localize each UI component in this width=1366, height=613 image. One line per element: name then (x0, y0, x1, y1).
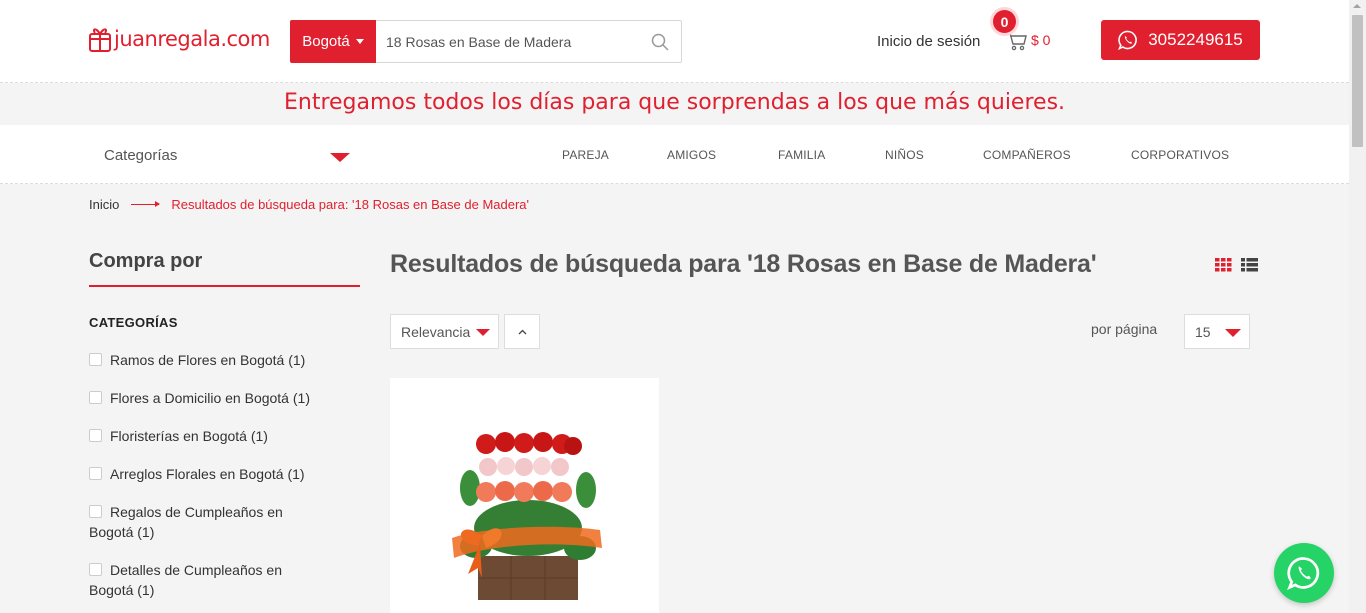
checkbox[interactable] (89, 467, 102, 480)
results-title: Resultados de búsqueda para '18 Rosas en… (390, 250, 1097, 278)
filter-count: (1) (137, 582, 155, 598)
checkbox[interactable] (89, 505, 102, 518)
chevron-down-icon (355, 39, 364, 44)
chevron-down-icon (476, 329, 490, 336)
whatsapp-icon (1118, 30, 1138, 50)
nav-item-corporativos[interactable]: CORPORATIVOS (1131, 148, 1229, 162)
nav-item-familia[interactable]: FAMILIA (778, 148, 825, 162)
whatsapp-contact-button[interactable]: 3052249615 (1101, 20, 1260, 60)
nav-item-ninos[interactable]: NIÑOS (885, 148, 924, 162)
per-page-select[interactable]: 15 (1184, 314, 1250, 349)
sort-value: Relevancia (401, 324, 471, 340)
categories-dropdown[interactable]: Categorías (104, 147, 177, 164)
breadcrumb-home[interactable]: Inicio (89, 197, 119, 212)
filter-label: Ramos de Flores en Bogotá (110, 352, 285, 368)
filter-count: (1) (292, 390, 310, 406)
filter-label: Flores a Domicilio en Bogotá (110, 390, 289, 406)
whatsapp-icon (1287, 557, 1320, 590)
page-scrollbar[interactable] (1349, 0, 1366, 613)
scroll-up-icon[interactable] (1353, 4, 1361, 8)
gift-logo-icon (89, 28, 111, 52)
logo-text: juanregala.com (114, 27, 270, 51)
sort-direction-button[interactable] (504, 314, 540, 349)
cart-count-badge: 0 (990, 7, 1019, 36)
filter-item[interactable]: Arreglos Florales en Bogotá (1) (89, 464, 349, 484)
whatsapp-phone: 3052249615 (1148, 30, 1243, 49)
sidebar-title: Compra por (89, 250, 203, 272)
checkbox[interactable] (89, 391, 102, 404)
filter-count: (1) (137, 524, 155, 540)
grid-view-icon[interactable] (1215, 258, 1232, 272)
site-header: juanregala.com Bogotá Inicio de sesión 0… (0, 0, 1349, 83)
filter-item[interactable]: Regalos de Cumpleaños en Bogotá (1) (89, 502, 329, 542)
product-image (452, 432, 602, 600)
cart-total[interactable]: $ 0 (1031, 32, 1050, 48)
filter-label: Arreglos Florales en Bogotá (110, 466, 284, 482)
scrollbar-thumb[interactable] (1352, 15, 1363, 147)
list-view-icon[interactable] (1241, 258, 1258, 272)
chevron-down-icon (1225, 329, 1241, 337)
sidebar-divider (89, 285, 360, 287)
per-page-label: por página (1091, 321, 1158, 337)
search-button[interactable] (639, 21, 681, 62)
breadcrumb-current: Resultados de búsqueda para: '18 Rosas e… (171, 197, 530, 212)
city-label: Bogotá (302, 33, 350, 50)
logo[interactable]: juanregala.com (89, 25, 270, 53)
whatsapp-float-button[interactable] (1274, 543, 1334, 603)
nav-item-companeros[interactable]: COMPAÑEROS (983, 148, 1071, 162)
filter-count: (1) (250, 428, 268, 444)
filter-item[interactable]: Flores a Domicilio en Bogotá (1) (89, 388, 349, 408)
search-icon (651, 33, 669, 51)
filter-label: Detalles de Cumpleaños en Bogotá (89, 562, 282, 598)
arrow-right-icon (131, 201, 161, 207)
checkbox[interactable] (89, 563, 102, 576)
filter-count: (1) (287, 466, 305, 482)
per-page-value: 15 (1195, 324, 1211, 340)
chevron-down-icon[interactable] (330, 153, 350, 162)
nav-item-amigos[interactable]: AMIGOS (667, 148, 716, 162)
filter-label: Floristerías en Bogotá (110, 428, 247, 444)
product-card[interactable] (390, 378, 659, 613)
main-nav: Categorías PAREJA AMIGOS FAMILIA NIÑOS C… (0, 125, 1349, 184)
checkbox[interactable] (89, 429, 102, 442)
filter-item[interactable]: Ramos de Flores en Bogotá (1) (89, 350, 349, 370)
breadcrumb: Inicio Resultados de búsqueda para: '18 … (89, 197, 529, 212)
promo-banner: Entregamos todos los días para que sorpr… (0, 84, 1349, 125)
chevron-up-icon (518, 329, 526, 334)
sort-select[interactable]: Relevancia (390, 314, 499, 349)
city-dropdown[interactable]: Bogotá (290, 20, 376, 63)
filter-label: Regalos de Cumpleaños en Bogotá (89, 504, 283, 540)
filter-item[interactable]: Floristerías en Bogotá (1) (89, 426, 349, 446)
nav-item-pareja[interactable]: PAREJA (562, 148, 609, 162)
checkbox[interactable] (89, 353, 102, 366)
login-link[interactable]: Inicio de sesión (877, 33, 980, 50)
filter-count: (1) (288, 352, 306, 368)
search-bar: Bogotá (290, 20, 682, 63)
filter-item[interactable]: Detalles de Cumpleaños en Bogotá (1) (89, 560, 329, 600)
search-input[interactable] (376, 21, 639, 62)
categories-heading: CATEGORÍAS (89, 315, 178, 330)
